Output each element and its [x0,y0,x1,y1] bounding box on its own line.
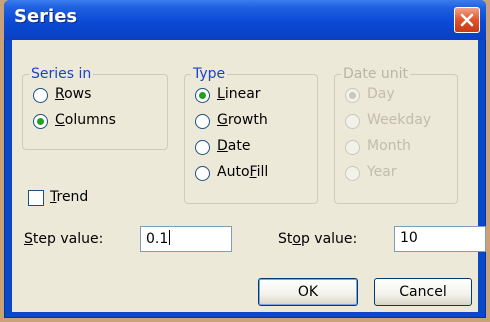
radio-date-button[interactable] [195,140,210,155]
series-dialog: Series Series in Rows Columns Trend Type [4,0,486,318]
stop-value-input[interactable]: 10 [394,226,486,252]
type-group: Type Linear Growth Date AutoFill [184,66,318,204]
dialog-title: Series [14,6,78,27]
ok-button[interactable]: OK [258,278,358,306]
radio-linear-button[interactable] [195,88,210,103]
step-value-label: Step value: [24,231,104,247]
close-button[interactable] [454,7,480,33]
radio-autofill-label: AutoFill [217,164,269,180]
trend-label: Trend [50,189,89,205]
radio-weekday-label: Weekday [367,112,432,128]
stop-value-label: Stop value: [278,231,358,247]
date-unit-group: Date unit Day Weekday Month Year [334,66,458,204]
title-bar[interactable]: Series [4,0,486,40]
radio-day-button[interactable] [345,88,360,103]
radio-date-label: Date [217,138,251,154]
radio-rows-button[interactable] [33,88,48,103]
series-in-group: Series in Rows Columns [22,66,168,150]
radio-columns-label: Columns [55,112,116,128]
dialog-body: Series in Rows Columns Trend Type Linear… [12,40,486,312]
close-icon [460,13,474,27]
radio-growth-button[interactable] [195,114,210,129]
radio-linear-label: Linear [217,86,261,102]
radio-rows-label: Rows [55,86,92,102]
step-value-text: 0.1 [146,231,169,247]
date-unit-legend: Date unit [341,66,411,82]
radio-year-label: Year [367,164,397,180]
radio-year-button[interactable] [345,166,360,181]
radio-day-label: Day [367,86,395,102]
radio-month-button[interactable] [345,140,360,155]
text-caret [169,230,171,245]
series-in-legend: Series in [29,66,94,82]
step-value-input[interactable]: 0.1 [140,226,232,252]
radio-month-label: Month [367,138,411,154]
radio-autofill-button[interactable] [195,166,210,181]
cancel-button[interactable]: Cancel [374,278,472,306]
radio-growth-label: Growth [217,112,268,128]
radio-columns-button[interactable] [33,114,48,129]
radio-weekday-button[interactable] [345,114,360,129]
stop-value-text: 10 [400,230,418,246]
type-legend: Type [191,66,228,82]
trend-checkbox[interactable] [28,190,44,206]
